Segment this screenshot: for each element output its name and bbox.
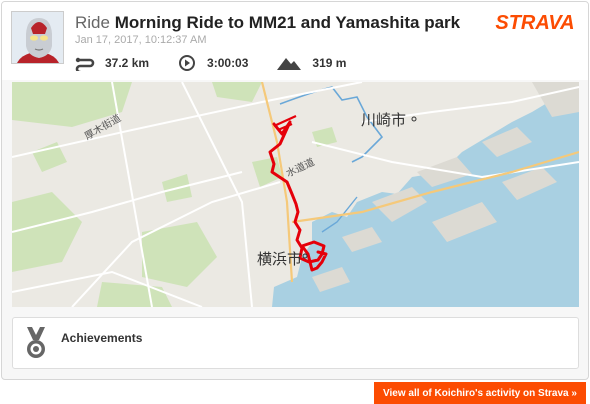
time-value: 3:00:03 (207, 56, 249, 70)
distance-icon (75, 54, 95, 72)
stat-time: 3:00:03 (177, 54, 248, 72)
strava-logo-text: STRAVA (495, 12, 574, 33)
elevation-value: 319 m (312, 56, 347, 70)
elevation-icon (276, 54, 302, 72)
stat-distance: 37.2 km (75, 54, 149, 72)
avatar[interactable] (11, 11, 64, 64)
achievements-panel[interactable]: Achievements (12, 317, 579, 369)
route-map[interactable]: 川崎市 横浜市 厚木街道 水道道 (12, 82, 579, 307)
activity-date: Jan 17, 2017, 10:12:37 AM (75, 34, 207, 46)
map-label-yokohama: 横浜市 (257, 250, 302, 268)
activity-title[interactable]: Ride Morning Ride to MM21 and Yamashita … (75, 13, 460, 33)
view-all-activity-link[interactable]: View all of Koichiro's activity on Strav… (374, 382, 586, 404)
activity-header: Ride Morning Ride to MM21 and Yamashita … (2, 2, 588, 80)
map-label-kawasaki: 川崎市 (361, 111, 406, 129)
achievements-label: Achievements (61, 331, 143, 345)
activity-type: Ride (75, 13, 110, 32)
clock-icon (177, 54, 197, 72)
distance-value: 37.2 km (105, 56, 150, 70)
strava-logo[interactable]: STRAVA (490, 11, 580, 34)
stat-elevation: 319 m (276, 54, 346, 72)
activity-card: Ride Morning Ride to MM21 and Yamashita … (1, 1, 589, 380)
activity-name[interactable]: Morning Ride to MM21 and Yamashita park (115, 13, 460, 32)
medal-icon (24, 326, 48, 360)
activity-stats: 37.2 km 3:00:03 319 m (75, 53, 374, 73)
